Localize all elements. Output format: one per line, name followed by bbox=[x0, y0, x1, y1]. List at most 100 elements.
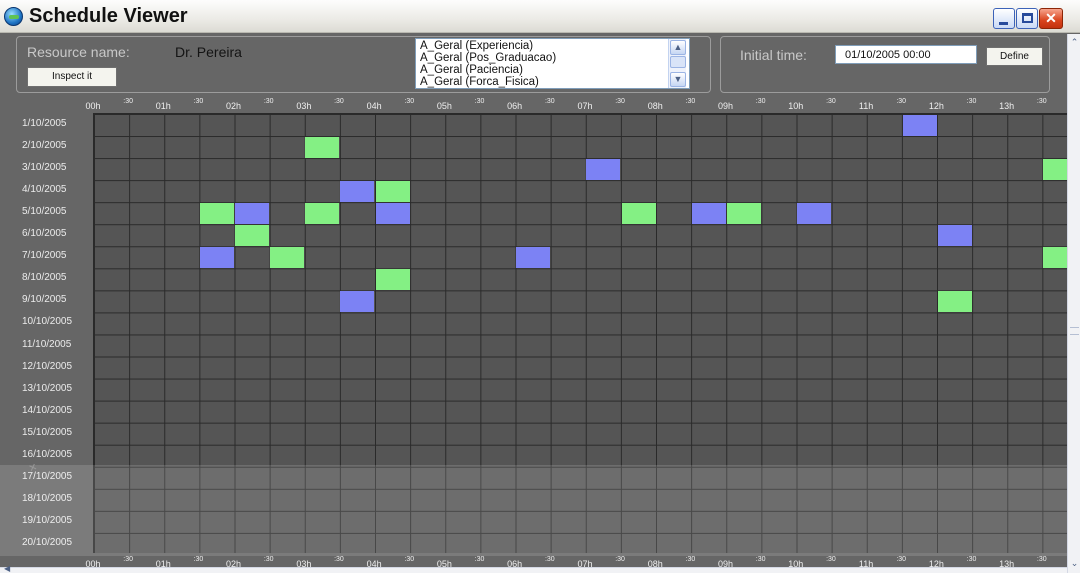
half-hour-label: :30 bbox=[193, 98, 204, 105]
attribute-list[interactable]: A_Geral (Experiencia) A_Geral (Pos_Gradu… bbox=[415, 38, 690, 89]
schedule-slot-green[interactable] bbox=[621, 202, 656, 224]
half-hour-label: :30 bbox=[685, 556, 696, 563]
attribute-list-scrollbar[interactable]: ▲ ▼ bbox=[668, 39, 686, 88]
schedule-slot-green[interactable] bbox=[1043, 246, 1067, 268]
hour-label: 11h bbox=[858, 101, 874, 111]
half-hour-label: :30 bbox=[755, 556, 766, 563]
schedule-slot-blue[interactable] bbox=[235, 202, 270, 224]
date-row-label: 1/10/2005 bbox=[22, 118, 67, 129]
half-hour-label: :30 bbox=[193, 556, 204, 563]
initial-time-input[interactable]: 01/10/2005 00:00 bbox=[835, 45, 977, 64]
chevron-left-icon[interactable]: ◀ bbox=[4, 564, 10, 573]
half-hour-label: :30 bbox=[896, 556, 907, 563]
chevron-up-icon: ▲ bbox=[673, 42, 683, 52]
resource-name-label: Resource name: bbox=[27, 44, 130, 60]
date-row-label: 6/10/2005 bbox=[22, 228, 67, 240]
close-button[interactable]: ✕ bbox=[1039, 8, 1063, 29]
date-row-label: 5/10/2005 bbox=[22, 206, 67, 218]
schedule-slot-green[interactable] bbox=[1043, 158, 1067, 180]
scroll-grip[interactable] bbox=[1070, 327, 1079, 335]
half-hour-label: :30 bbox=[1036, 556, 1047, 563]
attribute-list-item[interactable]: A_Geral (Pos_Graduacao) bbox=[420, 52, 556, 64]
schedule-slot-green[interactable] bbox=[270, 246, 305, 268]
attribute-list-item[interactable]: A_Geral (Experiencia) bbox=[420, 40, 533, 52]
date-row-label: 18/10/2005 bbox=[22, 492, 73, 504]
half-hour-label: :30 bbox=[615, 556, 625, 563]
scroll-thumb[interactable] bbox=[670, 56, 686, 68]
schedule-slot-green[interactable] bbox=[375, 180, 410, 202]
date-row-label: 12/10/2005 bbox=[22, 360, 73, 372]
half-hour-label: :30 bbox=[263, 98, 274, 105]
half-hour-label: :30 bbox=[685, 98, 696, 105]
schedule-slot-blue[interactable] bbox=[691, 202, 726, 224]
maximize-icon bbox=[1022, 13, 1033, 23]
hour-label: 00h bbox=[85, 101, 101, 111]
schedule-slot-blue[interactable] bbox=[340, 180, 375, 202]
half-hour-label: :30 bbox=[123, 98, 133, 105]
chevron-down-icon[interactable]: ⌄ bbox=[1069, 556, 1080, 570]
schedule-slot-blue[interactable] bbox=[586, 158, 621, 180]
hour-label: 06h bbox=[507, 101, 523, 111]
date-row-label: 7/10/2005 bbox=[22, 250, 67, 262]
hour-label: 07h bbox=[577, 101, 593, 111]
hour-label: 04h bbox=[366, 101, 382, 111]
date-row-label: 16/10/2005 bbox=[22, 448, 73, 460]
schedule-slot-green[interactable] bbox=[937, 290, 972, 312]
half-hour-label: :30 bbox=[826, 98, 836, 105]
schedule-slot-blue[interactable] bbox=[199, 246, 234, 268]
inspect-button[interactable]: Inspect it bbox=[27, 67, 117, 87]
maximize-button[interactable] bbox=[1016, 8, 1038, 29]
half-hour-label: :30 bbox=[474, 556, 485, 563]
half-hour-label: :30 bbox=[826, 556, 836, 563]
hour-label: 08h bbox=[647, 101, 663, 111]
schedule-slot-blue[interactable] bbox=[516, 246, 551, 268]
half-hour-label: :30 bbox=[896, 98, 907, 105]
schedule-slot-blue[interactable] bbox=[937, 224, 972, 246]
window-title: Schedule Viewer bbox=[29, 5, 188, 27]
date-row-label: 20/10/2005 bbox=[22, 536, 73, 548]
schedule-slot-green[interactable] bbox=[235, 224, 270, 246]
schedule-slot-green[interactable] bbox=[199, 202, 234, 224]
schedule-slot-green[interactable] bbox=[375, 268, 410, 290]
date-row-label: 10/10/2005 bbox=[22, 316, 73, 328]
initial-time-panel: Initial time: 01/10/2005 00:00 Define bbox=[720, 36, 1050, 93]
vertical-scrollbar[interactable]: ⌃ ⌄ bbox=[1067, 34, 1080, 573]
date-row-label: 19/10/2005 bbox=[22, 514, 73, 526]
title-bar[interactable]: Schedule Viewer ✕ bbox=[0, 0, 1080, 33]
scroll-up-button[interactable]: ▲ bbox=[670, 40, 686, 55]
date-column: 1/10/2005 2/10/2005 3/10/2005 4/10/2005 5/10… bbox=[0, 113, 93, 552]
close-icon: ✕ bbox=[1045, 10, 1057, 26]
minimize-icon bbox=[999, 22, 1008, 25]
schedule-slot-blue[interactable] bbox=[797, 202, 832, 224]
schedule-slot-blue[interactable] bbox=[340, 290, 375, 312]
schedule-viewer-window: Schedule Viewer ✕ Resource name: Dr. Per… bbox=[0, 0, 1080, 573]
half-hour-label: :30 bbox=[123, 556, 133, 563]
half-hour-label: :30 bbox=[755, 98, 766, 105]
schedule-slot-blue[interactable] bbox=[902, 114, 937, 136]
minimize-button[interactable] bbox=[993, 8, 1015, 29]
date-row-label: 8/10/2005 bbox=[22, 272, 67, 284]
schedule-slot-green[interactable] bbox=[727, 202, 762, 224]
date-row-label: 15/10/2005 bbox=[22, 426, 73, 438]
hour-header-top: 00h:30 01h:30 02h:30 03h:30 04h:30 05h:30 06h:… bbox=[0, 98, 1072, 112]
globe-icon bbox=[4, 7, 23, 26]
horizontal-scrollbar[interactable]: ◀ bbox=[0, 564, 1067, 573]
half-hour-label: :30 bbox=[544, 556, 555, 563]
initial-time-label: Initial time: bbox=[740, 47, 807, 63]
hour-label: 12h bbox=[928, 101, 944, 111]
half-hour-label: :30 bbox=[966, 98, 977, 105]
schedule-grid[interactable] bbox=[93, 113, 1067, 553]
half-hour-label: :30 bbox=[544, 98, 555, 105]
scroll-down-button[interactable]: ▼ bbox=[670, 72, 686, 87]
chevron-up-icon[interactable]: ⌃ bbox=[1069, 35, 1080, 49]
half-hour-label: :30 bbox=[404, 556, 415, 563]
define-button[interactable]: Define bbox=[986, 47, 1043, 66]
attribute-list-item[interactable]: A_Geral (Paciencia) bbox=[420, 64, 523, 76]
half-hour-label: :30 bbox=[1036, 98, 1047, 105]
schedule-slot-blue[interactable] bbox=[375, 202, 410, 224]
half-hour-label: :30 bbox=[404, 98, 415, 105]
date-row-label: 13/10/2005 bbox=[22, 382, 73, 394]
attribute-list-item[interactable]: A_Geral (Forca_Fisica) bbox=[420, 76, 539, 88]
schedule-slot-green[interactable] bbox=[305, 136, 340, 158]
schedule-slot-green[interactable] bbox=[305, 202, 340, 224]
